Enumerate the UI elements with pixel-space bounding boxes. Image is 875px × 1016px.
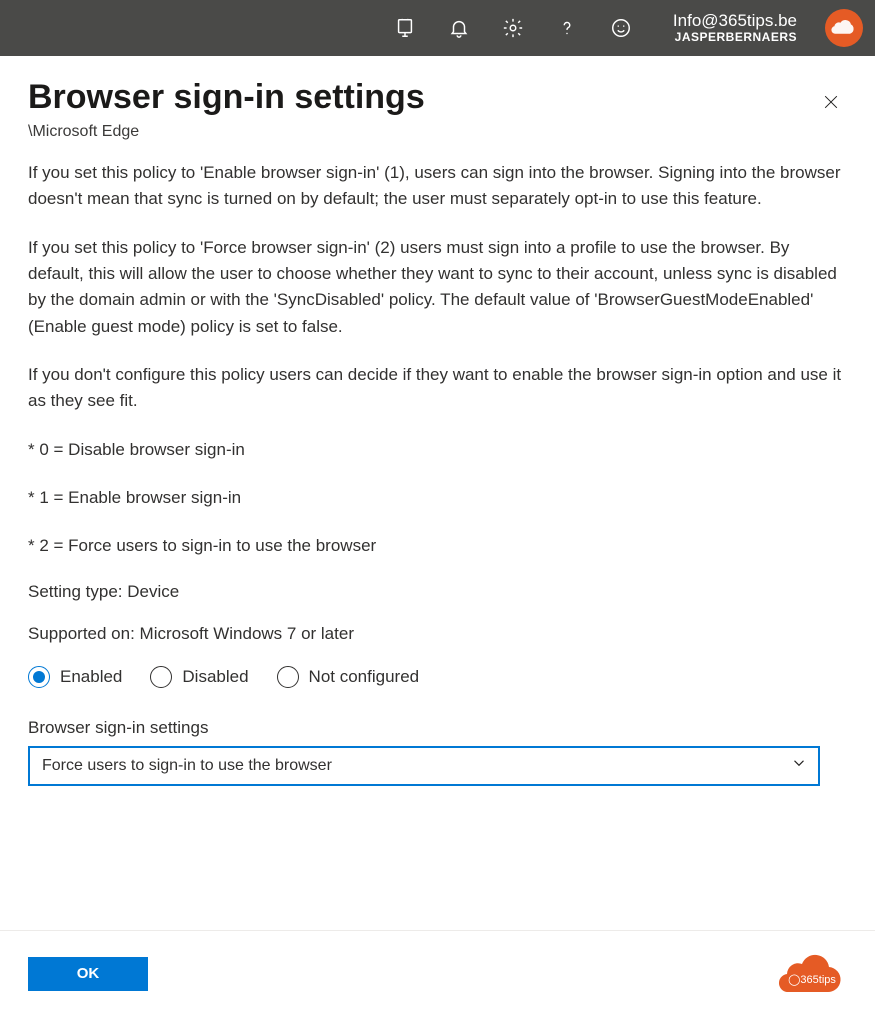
- page-title: Browser sign-in settings: [28, 78, 425, 117]
- supported-on: Supported on: Microsoft Windows 7 or lat…: [28, 624, 847, 644]
- radio-icon: [150, 666, 172, 688]
- topbar-icon-group: [391, 14, 635, 42]
- bell-icon[interactable]: [445, 14, 473, 42]
- radio-icon: [277, 666, 299, 688]
- description-paragraph: If you set this policy to 'Force browser…: [28, 235, 847, 340]
- ok-button[interactable]: OK: [28, 957, 148, 991]
- connector-icon[interactable]: [391, 14, 419, 42]
- description-paragraph: If you don't configure this policy users…: [28, 362, 847, 415]
- help-icon[interactable]: [553, 14, 581, 42]
- breadcrumb: \Microsoft Edge: [28, 123, 425, 141]
- option-line: * 1 = Enable browser sign-in: [28, 485, 847, 511]
- radio-label: Disabled: [182, 667, 248, 687]
- setting-type: Setting type: Device: [28, 582, 847, 602]
- close-button[interactable]: [815, 86, 847, 118]
- user-email: Info@365tips.be: [673, 12, 797, 31]
- avatar[interactable]: [825, 9, 863, 47]
- brand-logo[interactable]: ◯365tips: [777, 951, 847, 997]
- state-radio-group: Enabled Disabled Not configured: [28, 666, 847, 688]
- top-bar: Info@365tips.be JASPERBERNAERS: [0, 0, 875, 56]
- content-scroll[interactable]: If you set this policy to 'Enable browse…: [0, 160, 875, 912]
- dropdown-value: Force users to sign-in to use the browse…: [42, 757, 332, 775]
- dropdown-label: Browser sign-in settings: [28, 718, 847, 738]
- radio-label: Not configured: [309, 667, 420, 687]
- radio-enabled[interactable]: Enabled: [28, 666, 122, 688]
- option-line: * 0 = Disable browser sign-in: [28, 437, 847, 463]
- panel-header: Browser sign-in settings \Microsoft Edge: [28, 78, 847, 141]
- panel-footer: OK ◯365tips: [0, 930, 875, 1016]
- chevron-down-icon: [790, 754, 808, 777]
- user-info[interactable]: Info@365tips.be JASPERBERNAERS: [673, 12, 797, 44]
- gear-icon[interactable]: [499, 14, 527, 42]
- radio-icon: [28, 666, 50, 688]
- description-paragraph: If you set this policy to 'Enable browse…: [28, 160, 847, 213]
- radio-label: Enabled: [60, 667, 122, 687]
- user-tenant: JASPERBERNAERS: [675, 31, 797, 44]
- settings-panel: Browser sign-in settings \Microsoft Edge: [0, 56, 875, 141]
- svg-text:◯365tips: ◯365tips: [788, 974, 836, 986]
- feedback-smile-icon[interactable]: [607, 14, 635, 42]
- radio-disabled[interactable]: Disabled: [150, 666, 248, 688]
- signin-setting-dropdown[interactable]: Force users to sign-in to use the browse…: [28, 746, 820, 786]
- policy-description: If you set this policy to 'Enable browse…: [28, 160, 847, 560]
- option-line: * 2 = Force users to sign-in to use the …: [28, 533, 847, 559]
- radio-not-configured[interactable]: Not configured: [277, 666, 420, 688]
